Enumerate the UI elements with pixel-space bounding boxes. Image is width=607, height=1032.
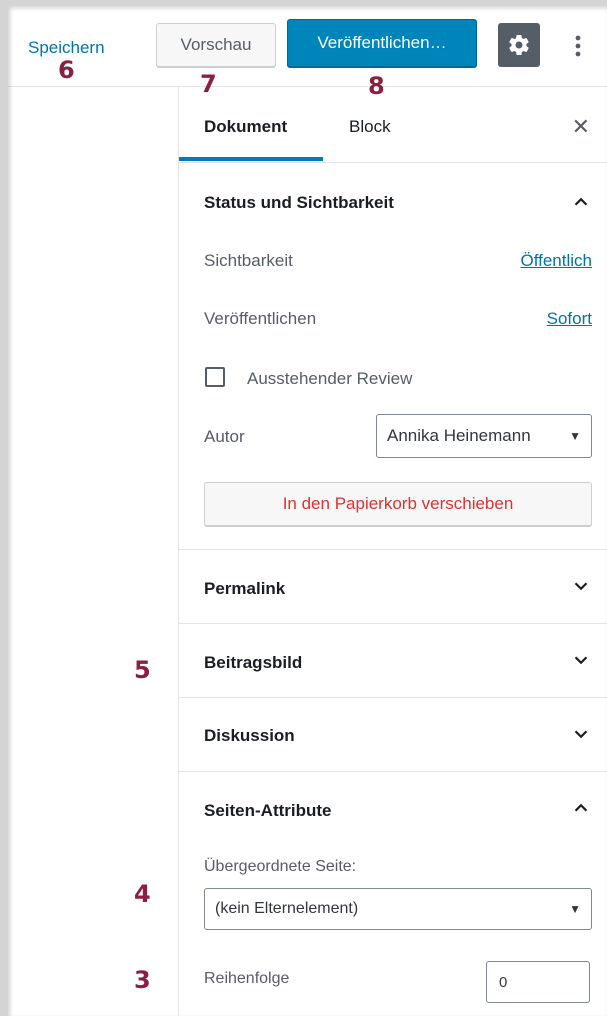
close-icon[interactable]: ✕ xyxy=(572,114,590,140)
publish-date-label: Veröffentlichen xyxy=(204,309,317,328)
panel-page-attributes: Seiten-Attribute Übergeordnete Seite: (k… xyxy=(179,772,607,1032)
move-to-trash-button[interactable]: In den Papierkorb verschieben xyxy=(204,482,592,526)
more-options-button[interactable] xyxy=(568,24,588,68)
settings-button[interactable] xyxy=(498,23,540,67)
chevron-down-icon[interactable] xyxy=(570,723,592,745)
annotation-number: 6 xyxy=(58,56,75,84)
publish-date-link[interactable]: Sofort xyxy=(547,309,592,329)
order-input[interactable]: 0 xyxy=(486,961,590,1003)
panel-permalink[interactable]: Permalink xyxy=(179,550,607,624)
author-select[interactable]: Annika Heinemann ▼ xyxy=(376,414,592,458)
panel-discussion[interactable]: Diskussion xyxy=(179,698,607,772)
editor-toolbar: Speichern Vorschau Veröffentlichen… xyxy=(8,6,607,87)
annotation-number: 5 xyxy=(134,656,151,684)
vertical-ellipsis-icon xyxy=(575,35,581,57)
chevron-up-icon[interactable] xyxy=(570,191,592,213)
panel-title-featured-image[interactable]: Beitragsbild xyxy=(204,653,302,673)
dropdown-arrow-icon: ▼ xyxy=(569,902,581,916)
settings-sidebar: Dokument Block ✕ Status und Sichtbarkeit… xyxy=(178,87,607,1016)
sidebar-tabs: Dokument Block ✕ xyxy=(179,87,607,163)
pending-review-label: Ausstehender Review xyxy=(247,369,413,388)
chevron-down-icon[interactable] xyxy=(570,649,592,671)
panel-status-visibility: Status und Sichtbarkeit Sichtbarkeit Öff… xyxy=(179,163,607,550)
save-draft-link[interactable]: Speichern xyxy=(28,38,105,58)
annotation-number: 8 xyxy=(368,72,385,100)
annotation-number: 7 xyxy=(200,70,217,98)
publish-button[interactable]: Veröffentlichen… xyxy=(287,19,477,67)
chevron-down-icon[interactable] xyxy=(570,575,592,597)
panel-title-permalink[interactable]: Permalink xyxy=(204,579,285,599)
annotation-number: 3 xyxy=(134,966,151,994)
parent-page-label: Übergeordnete Seite: xyxy=(204,858,357,875)
panel-featured-image[interactable]: Beitragsbild xyxy=(179,624,607,698)
order-label: Reihenfolge xyxy=(204,970,290,987)
panel-title-page-attributes[interactable]: Seiten-Attribute xyxy=(204,801,332,821)
preview-button[interactable]: Vorschau xyxy=(156,23,276,67)
annotation-number: 4 xyxy=(134,880,151,908)
panel-title-discussion[interactable]: Diskussion xyxy=(204,726,295,746)
author-select-value: Annika Heinemann xyxy=(387,426,531,445)
author-label: Autor xyxy=(204,427,245,446)
panel-title-status[interactable]: Status und Sichtbarkeit xyxy=(204,193,394,213)
order-input-value: 0 xyxy=(499,973,508,991)
visibility-label: Sichtbarkeit xyxy=(204,251,293,270)
active-tab-indicator xyxy=(179,157,323,161)
parent-page-select[interactable]: (kein Elternelement) ▼ xyxy=(204,888,592,930)
dropdown-arrow-icon: ▼ xyxy=(569,429,581,443)
visibility-value-link[interactable]: Öffentlich xyxy=(520,251,592,271)
chevron-up-icon[interactable] xyxy=(570,797,592,819)
tab-block[interactable]: Block xyxy=(349,117,391,137)
tab-document[interactable]: Dokument xyxy=(204,117,287,137)
parent-page-select-value: (kein Elternelement) xyxy=(215,900,359,917)
gear-icon xyxy=(509,35,529,56)
pending-review-checkbox[interactable] xyxy=(205,367,225,387)
